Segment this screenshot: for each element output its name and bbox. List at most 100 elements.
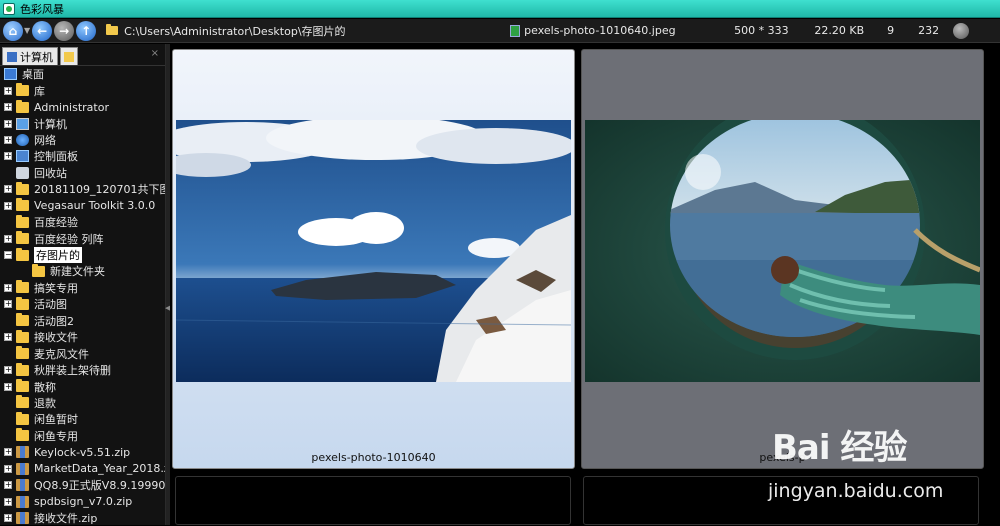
dropdown-arrow-icon[interactable]: ▼ <box>24 26 30 35</box>
tree-item[interactable]: +QQ8.9正式版V8.9.19990.0 P <box>0 477 165 493</box>
folder-icon <box>106 24 119 35</box>
desktop-icon <box>4 68 17 81</box>
tab-computer-label: 计算机 <box>20 50 53 64</box>
tree-item[interactable]: + spdbsign_v7.0.zip <box>0 493 165 509</box>
computer-icon <box>7 51 17 62</box>
tree-item[interactable]: + 散称 <box>0 378 165 394</box>
folder-icon <box>16 231 29 245</box>
zip-icon <box>16 446 29 459</box>
file-size: 22.20 KB <box>814 24 865 37</box>
tree-item[interactable]: 闲鱼专用 <box>0 428 165 444</box>
expand-icon[interactable]: + <box>4 234 12 243</box>
folder-icon <box>16 313 29 327</box>
current-filename: pexels-photo-1010640.jpeg <box>524 24 676 37</box>
tab-favorites[interactable] <box>60 47 78 65</box>
tree-item[interactable]: + 计算机 <box>0 115 165 131</box>
tree-item[interactable]: + 库 <box>0 82 165 98</box>
tree-item[interactable]: + Keylock-v5.51.zip <box>0 444 165 460</box>
zip-icon <box>16 479 29 492</box>
baidu-logo-text: Bai 经验 <box>772 428 907 468</box>
expand-icon[interactable]: + <box>4 514 12 523</box>
toolbar: ⌂ ▼ ← → ↑ C:\Users\Administrator\Desktop… <box>0 19 1000 43</box>
tree-item[interactable]: 活动图2 <box>0 313 165 329</box>
tree-item-selected[interactable]: − 存图片的 <box>0 247 165 264</box>
close-icon[interactable]: × <box>151 48 159 59</box>
tree-item[interactable]: + Vegasaur Toolkit 3.0.0 <box>0 198 165 214</box>
zip-icon <box>16 495 29 508</box>
recycle-bin-icon <box>16 166 29 179</box>
path-display: C:\Users\Administrator\Desktop\存图片的 <box>124 24 346 38</box>
image-index: 9 <box>887 24 895 37</box>
watermark-url: jingyan.baidu.com <box>768 480 944 502</box>
tree-item[interactable]: 麦克风文件 <box>0 345 165 361</box>
sidebar-tabs: 计算机 × <box>0 44 165 66</box>
folder-icon <box>16 346 29 360</box>
expand-icon[interactable]: + <box>4 201 12 210</box>
tree-item[interactable]: + 接收文件.zip <box>0 510 165 526</box>
tree-item[interactable]: 退款 <box>0 395 165 411</box>
expand-icon[interactable]: + <box>4 448 12 457</box>
thumbnail-caption: pexels-photo-1010640 <box>311 451 436 464</box>
expand-icon[interactable]: + <box>4 481 12 490</box>
expand-icon[interactable]: + <box>4 366 12 375</box>
image-total: 232 <box>918 24 940 37</box>
tree-item[interactable]: + 网络 <box>0 132 165 148</box>
forward-button[interactable]: → <box>54 20 75 41</box>
tree-item[interactable]: + 控制面板 <box>0 148 165 164</box>
expand-icon[interactable]: + <box>4 185 12 194</box>
folder-open-icon <box>16 247 29 261</box>
expand-icon[interactable]: + <box>4 283 12 292</box>
tab-computer[interactable]: 计算机 <box>2 47 58 65</box>
expand-icon[interactable]: + <box>4 86 12 95</box>
tree-item[interactable]: 闲鱼暂时 <box>0 411 165 427</box>
title-bar: 色彩风暴 <box>0 0 1000 18</box>
thumbnail-card[interactable]: pexels-p <box>581 49 984 469</box>
up-button[interactable]: ↑ <box>76 20 97 41</box>
app-icon <box>3 2 15 15</box>
folder-icon <box>16 99 29 113</box>
tree-item[interactable]: 回收站 <box>0 165 165 181</box>
folder-icon <box>16 280 29 294</box>
folder-icon <box>16 395 29 409</box>
tree-item[interactable]: + 活动图 <box>0 296 165 312</box>
monitor-icon <box>16 117 29 130</box>
image-dimensions: 500 * 333 <box>734 24 789 37</box>
tree-item[interactable]: + 接收文件 <box>0 329 165 345</box>
favorites-icon <box>64 51 74 62</box>
window-title: 色彩风暴 <box>20 2 64 16</box>
zip-icon <box>16 462 29 475</box>
folder-icon <box>16 329 29 343</box>
thumbnail-card-selected[interactable]: pexels-photo-1010640 <box>172 49 575 469</box>
folder-icon <box>16 362 29 376</box>
expand-icon[interactable]: + <box>4 135 12 144</box>
folder-sidebar: 计算机 × 桌面 + 库 + Administrator + 计算机 + 网络 + 控制面… <box>0 44 166 525</box>
folder-icon <box>16 198 29 212</box>
tree-item[interactable]: +20181109_120701共下图1个 <box>0 181 165 197</box>
tree-item[interactable]: 百度经验 <box>0 214 165 230</box>
tree-item[interactable]: + 百度经验 列阵 <box>0 230 165 246</box>
tree-item[interactable]: 新建文件夹 <box>0 263 165 279</box>
expand-icon[interactable]: + <box>4 333 12 342</box>
tree-item[interactable]: 桌面 <box>0 66 165 82</box>
expand-icon[interactable]: + <box>4 119 12 128</box>
expand-icon[interactable]: + <box>4 103 12 112</box>
home-button[interactable]: ⌂ <box>3 20 23 41</box>
tree-item[interactable]: + Administrator <box>0 99 165 115</box>
folder-icon <box>16 428 29 442</box>
folder-tree: 桌面 + 库 + Administrator + 计算机 + 网络 + 控制面板 回收站 … <box>0 66 165 526</box>
folder-icon <box>16 83 29 97</box>
back-button[interactable]: ← <box>32 20 53 41</box>
expand-icon[interactable]: + <box>4 382 12 391</box>
folder-icon <box>16 214 29 228</box>
expand-icon[interactable]: + <box>4 152 12 161</box>
expand-icon[interactable]: + <box>4 300 12 309</box>
folder-icon <box>16 379 29 393</box>
thumbnail-card-empty[interactable] <box>175 476 571 525</box>
tree-item[interactable]: +MarketData_Year_2018.zip <box>0 461 165 477</box>
tree-item[interactable]: + 秋胖装上架待删 <box>0 362 165 378</box>
tree-item[interactable]: + 搞笑专用 <box>0 280 165 296</box>
options-button[interactable] <box>953 22 970 39</box>
expand-icon[interactable]: + <box>4 464 12 473</box>
collapse-icon[interactable]: − <box>4 251 12 260</box>
expand-icon[interactable]: + <box>4 497 12 506</box>
